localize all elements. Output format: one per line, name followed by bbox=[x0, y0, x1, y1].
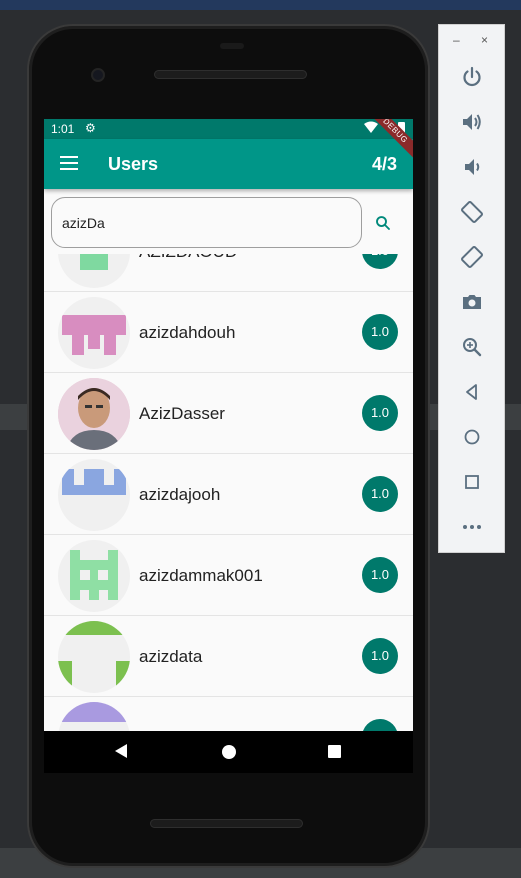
rotate-left-icon[interactable] bbox=[460, 200, 484, 224]
avatar bbox=[58, 540, 130, 612]
user-name: azizdata bbox=[139, 647, 203, 666]
avatar bbox=[58, 702, 130, 731]
volume-down-icon[interactable] bbox=[460, 155, 484, 179]
user-name: azizdahdouh bbox=[139, 323, 236, 342]
settings-gear-icon: ⚙ bbox=[85, 121, 96, 135]
score-badge: 1.0 bbox=[362, 638, 398, 674]
ide-top-strip bbox=[0, 0, 521, 10]
score-badge: 1.0 bbox=[362, 254, 398, 269]
volume-up-icon[interactable] bbox=[460, 110, 484, 134]
sensor bbox=[220, 43, 244, 49]
top-speaker bbox=[154, 70, 307, 79]
list-item[interactable]: azizdata 1.0 bbox=[44, 616, 413, 697]
front-camera bbox=[91, 68, 105, 82]
search-icon[interactable] bbox=[374, 214, 392, 232]
search-input[interactable] bbox=[51, 197, 362, 248]
score-badge: 1.0 bbox=[362, 314, 398, 350]
app-screen: 1:01 ⚙ Users 4/3 DEBUG AZIZDAOUD 1.0 azi… bbox=[44, 119, 413, 731]
overview-icon[interactable] bbox=[460, 470, 484, 494]
list-item[interactable]: azizdahdouh 1.0 bbox=[44, 292, 413, 373]
avatar bbox=[58, 378, 130, 450]
camera-icon[interactable] bbox=[460, 290, 484, 314]
rotate-right-icon[interactable] bbox=[460, 245, 484, 269]
emulator-toolbar: – × bbox=[438, 24, 505, 553]
list-item[interactable]: AZIZDAOUD 1.0 bbox=[44, 254, 413, 292]
close-icon[interactable]: × bbox=[481, 33, 488, 47]
user-name: AzizDasser bbox=[139, 404, 225, 423]
user-list: AZIZDAOUD 1.0 azizdahdouh 1.0 AzizDasser… bbox=[44, 254, 413, 731]
wifi-icon bbox=[364, 121, 378, 133]
back-icon[interactable] bbox=[460, 380, 484, 404]
list-item[interactable]: azizdajooh 1.0 bbox=[44, 454, 413, 535]
search-bar bbox=[44, 189, 413, 254]
bottom-speaker bbox=[150, 819, 303, 828]
home-icon[interactable] bbox=[460, 425, 484, 449]
power-icon[interactable] bbox=[460, 65, 484, 89]
more-icon[interactable] bbox=[460, 515, 484, 539]
minimize-icon[interactable]: – bbox=[453, 33, 460, 47]
avatar bbox=[58, 254, 130, 288]
list-item[interactable]: azizdammak001 1.0 bbox=[44, 535, 413, 616]
back-icon[interactable] bbox=[115, 744, 127, 758]
android-nav-bar bbox=[44, 731, 413, 773]
avatar bbox=[58, 297, 130, 369]
list-item[interactable] bbox=[44, 697, 413, 731]
status-time: 1:01 bbox=[51, 122, 75, 136]
home-icon[interactable] bbox=[222, 745, 236, 759]
app-bar: Users 4/3 bbox=[44, 139, 413, 189]
user-name: AZIZDAOUD bbox=[139, 254, 237, 262]
page-title: Users bbox=[108, 154, 159, 174]
user-name: azizdammak001 bbox=[139, 566, 263, 585]
result-count: 4/3 bbox=[371, 154, 397, 174]
score-badge bbox=[362, 719, 398, 731]
score-badge: 1.0 bbox=[362, 557, 398, 593]
score-badge: 1.0 bbox=[362, 395, 398, 431]
list-item[interactable]: AzizDasser 1.0 bbox=[44, 373, 413, 454]
avatar bbox=[58, 459, 130, 531]
zoom-icon[interactable] bbox=[460, 335, 484, 359]
status-bar: 1:01 ⚙ bbox=[44, 119, 413, 139]
avatar bbox=[58, 621, 130, 693]
menu-icon[interactable] bbox=[60, 156, 78, 170]
score-badge: 1.0 bbox=[362, 476, 398, 512]
user-name: azizdajooh bbox=[139, 485, 221, 504]
overview-icon[interactable] bbox=[328, 745, 341, 758]
